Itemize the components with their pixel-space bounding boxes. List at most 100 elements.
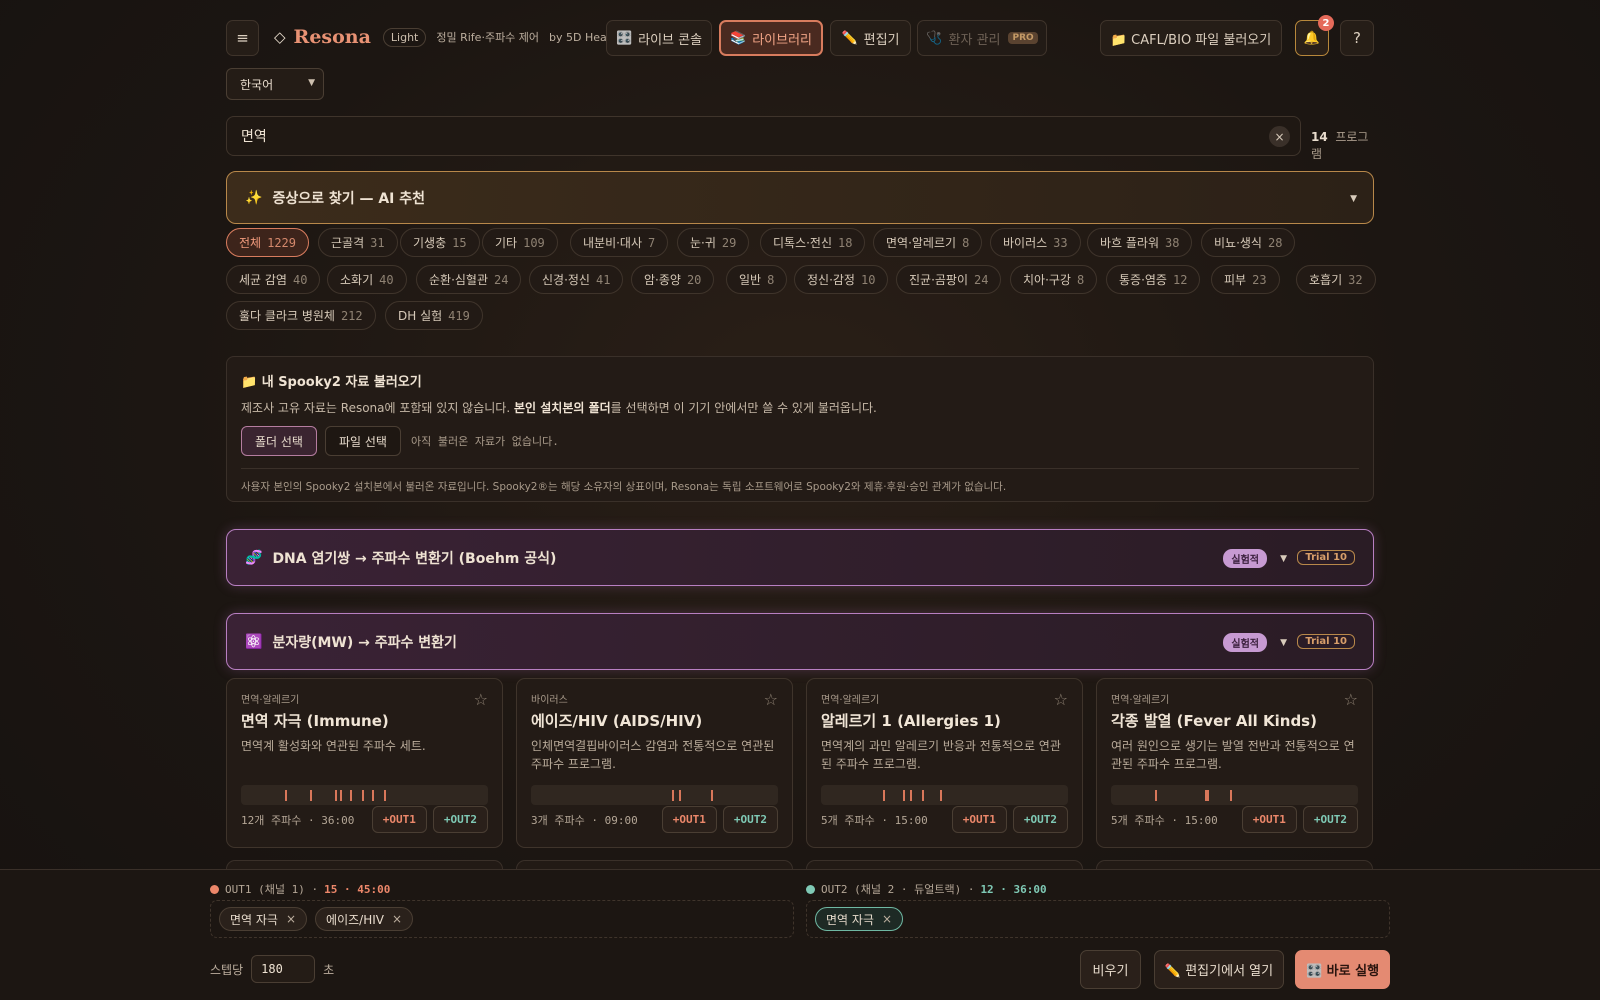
frequency-bar	[531, 785, 778, 805]
card-category: 면역·알레르기	[1111, 695, 1170, 706]
caret-down-icon: ▼	[1280, 554, 1287, 564]
tab-editor[interactable]: ✏️ 편집기	[830, 20, 911, 56]
search-input[interactable]: 면역 ×	[226, 116, 1301, 156]
category-chip[interactable]: 통증·염증 12	[1106, 265, 1201, 294]
program-card[interactable]: 면역·알레르기 알레르기 1 (Allergies 1) 면역계의 과민 알레르…	[806, 678, 1083, 848]
dna-converter-toggle[interactable]: 🧬 DNA 염기쌍 → 주파수 변환기 (Boehm 공식) 실험적 ▼ Tri…	[226, 529, 1374, 586]
add-out1-button[interactable]: +OUT1	[661, 806, 717, 833]
notifications-button[interactable]: 🔔 2	[1295, 15, 1334, 56]
category-chip[interactable]: 내분비·대사 7	[570, 228, 669, 257]
queue-item[interactable]: 에이즈/HIV ×	[315, 907, 414, 931]
star-icon[interactable]: ☆	[764, 690, 778, 709]
search-value: 면역	[241, 129, 267, 145]
category-chip[interactable]: 눈·귀 29	[677, 228, 750, 257]
program-card[interactable]: 바이러스 에이즈/HIV (AIDS/HIV) 인체면역결핍바이러스 감염과 전…	[516, 678, 793, 848]
category-count: 18	[838, 235, 853, 250]
queue-item-label: 면역 자극	[826, 912, 874, 927]
out2-queue[interactable]: 면역 자극 ×	[806, 900, 1390, 938]
category-chip[interactable]: 바이러스 33	[990, 228, 1081, 257]
category-chip[interactable]: 바흐 플라워 38	[1087, 228, 1193, 257]
run-now-button[interactable]: 🎛️ 바로 실행	[1295, 950, 1390, 989]
add-out2-button[interactable]: +OUT2	[1302, 806, 1358, 833]
category-chip[interactable]: 암·종양 20	[631, 265, 715, 294]
out1-queue[interactable]: 면역 자극 × 에이즈/HIV ×	[210, 900, 794, 938]
category-chip[interactable]: 신경·정신 41	[529, 265, 624, 294]
category-chip[interactable]: 피부 23	[1211, 265, 1280, 294]
frequency-tick	[349, 790, 352, 801]
select-folder-button[interactable]: 폴더 선택	[241, 426, 317, 456]
add-out1-button[interactable]: +OUT1	[371, 806, 427, 833]
step-seconds-input[interactable]: 180	[251, 955, 316, 983]
tab-library[interactable]: 📚 라이브러리	[719, 20, 823, 56]
category-chip[interactable]: 일반 8	[726, 265, 788, 294]
divider	[241, 468, 1359, 469]
category-chip[interactable]: 전체 1229	[226, 228, 309, 257]
frequency-tick	[909, 790, 912, 801]
notification-count-badge: 2	[1318, 15, 1334, 31]
card-title: 각종 발열 (Fever All Kinds)	[1111, 712, 1317, 730]
category-chip[interactable]: 소화기 40	[327, 265, 407, 294]
cafl-bio-import-button[interactable]: 📁 CAFL/BIO 파일 불러오기	[1100, 20, 1282, 56]
category-chip[interactable]: 근골격 31	[318, 228, 398, 257]
category-chip[interactable]: 진균·곰팡이 24	[896, 265, 1002, 294]
category-chip[interactable]: 훌다 클라크 병원체 212	[226, 301, 376, 330]
frequency-tick	[902, 790, 905, 801]
category-chip[interactable]: 비뇨·생식 28	[1201, 228, 1296, 257]
category-count: 8	[962, 235, 970, 250]
tagline: 정밀 Rife·주파수 제어	[436, 31, 540, 44]
category-label: 일반	[739, 273, 762, 287]
trial-badge: Trial 10	[1297, 634, 1355, 649]
add-out2-button[interactable]: +OUT2	[432, 806, 488, 833]
open-in-editor-button[interactable]: ✏️ 편집기에서 열기	[1154, 950, 1284, 989]
add-out2-button[interactable]: +OUT2	[1012, 806, 1068, 833]
category-chip[interactable]: 세균 감염 40	[226, 265, 321, 294]
remove-icon[interactable]: ×	[882, 912, 892, 926]
card-category: 면역·알레르기	[241, 695, 300, 706]
program-card[interactable]: 면역·알레르기 각종 발열 (Fever All Kinds) 여러 원인으로 …	[1096, 678, 1373, 848]
category-label: 기타	[495, 236, 518, 250]
category-chip[interactable]: 기타 109	[482, 228, 558, 257]
category-chip[interactable]: 순환·심혈관 24	[416, 265, 522, 294]
star-icon[interactable]: ☆	[1344, 690, 1358, 709]
frequency-tick	[362, 790, 365, 801]
tab-live-console[interactable]: 🎛️ 라이브 콘솔	[606, 20, 712, 56]
category-label: 내분비·대사	[583, 236, 643, 250]
help-button[interactable]: ?	[1340, 20, 1374, 56]
category-count: 212	[340, 308, 363, 323]
category-label: 면역·알레르기	[886, 236, 957, 250]
select-file-button[interactable]: 파일 선택	[324, 426, 401, 456]
category-chip[interactable]: 정신·감정 10	[794, 265, 889, 294]
category-chip[interactable]: 기생충 15	[400, 228, 480, 257]
category-chip[interactable]: DH 실험 419	[385, 301, 483, 330]
edition-pill: Light	[382, 27, 427, 47]
program-card[interactable]: 면역·알레르기 면역 자극 (Immune) 면역계 활성화와 연관된 주파수 …	[226, 678, 503, 848]
hamburger-icon[interactable]: ≡	[226, 20, 259, 56]
ai-symptom-search-toggle[interactable]: ✨ 증상으로 찾기 — AI 추천 ▼	[226, 171, 1374, 224]
trademark-note: 사용자 본인의 Spooky2 설치본에서 불러온 자료입니다. Spooky2…	[241, 481, 1007, 493]
no-data-text: 아직 불러온 자료가 없습니다.	[410, 435, 559, 448]
category-count: 8	[1076, 272, 1085, 287]
clear-search-icon[interactable]: ×	[1269, 126, 1290, 147]
language-value: 한국어	[240, 77, 274, 92]
card-category: 면역·알레르기	[821, 695, 880, 706]
mw-converter-toggle[interactable]: ⚛️ 분자량(MW) → 주파수 변환기 실험적 ▼ Trial 10	[226, 613, 1374, 670]
category-label: 정신·감정	[807, 273, 855, 287]
category-count: 23	[1252, 272, 1267, 287]
add-out2-button[interactable]: +OUT2	[722, 806, 778, 833]
remove-icon[interactable]: ×	[286, 912, 296, 926]
clear-queue-button[interactable]: 비우기	[1080, 950, 1141, 989]
tab-patient-management[interactable]: 🩺 환자 관리 PRO	[917, 20, 1047, 56]
category-chip[interactable]: 치아·구강 8	[1010, 265, 1098, 294]
category-chip[interactable]: 면역·알레르기 8	[873, 228, 983, 257]
category-chip[interactable]: 디톡스·전신 18	[760, 228, 866, 257]
add-out1-button[interactable]: +OUT1	[951, 806, 1007, 833]
queue-item[interactable]: 면역 자극 ×	[219, 907, 308, 931]
star-icon[interactable]: ☆	[1054, 690, 1068, 709]
language-select[interactable]: 한국어 ▼	[226, 68, 324, 100]
out1-dot-icon	[210, 884, 219, 894]
star-icon[interactable]: ☆	[474, 690, 488, 709]
category-chip[interactable]: 호흡기 32	[1296, 265, 1376, 294]
add-out1-button[interactable]: +OUT1	[1241, 806, 1297, 833]
remove-icon[interactable]: ×	[392, 912, 402, 926]
queue-item[interactable]: 면역 자극 ×	[815, 907, 904, 931]
